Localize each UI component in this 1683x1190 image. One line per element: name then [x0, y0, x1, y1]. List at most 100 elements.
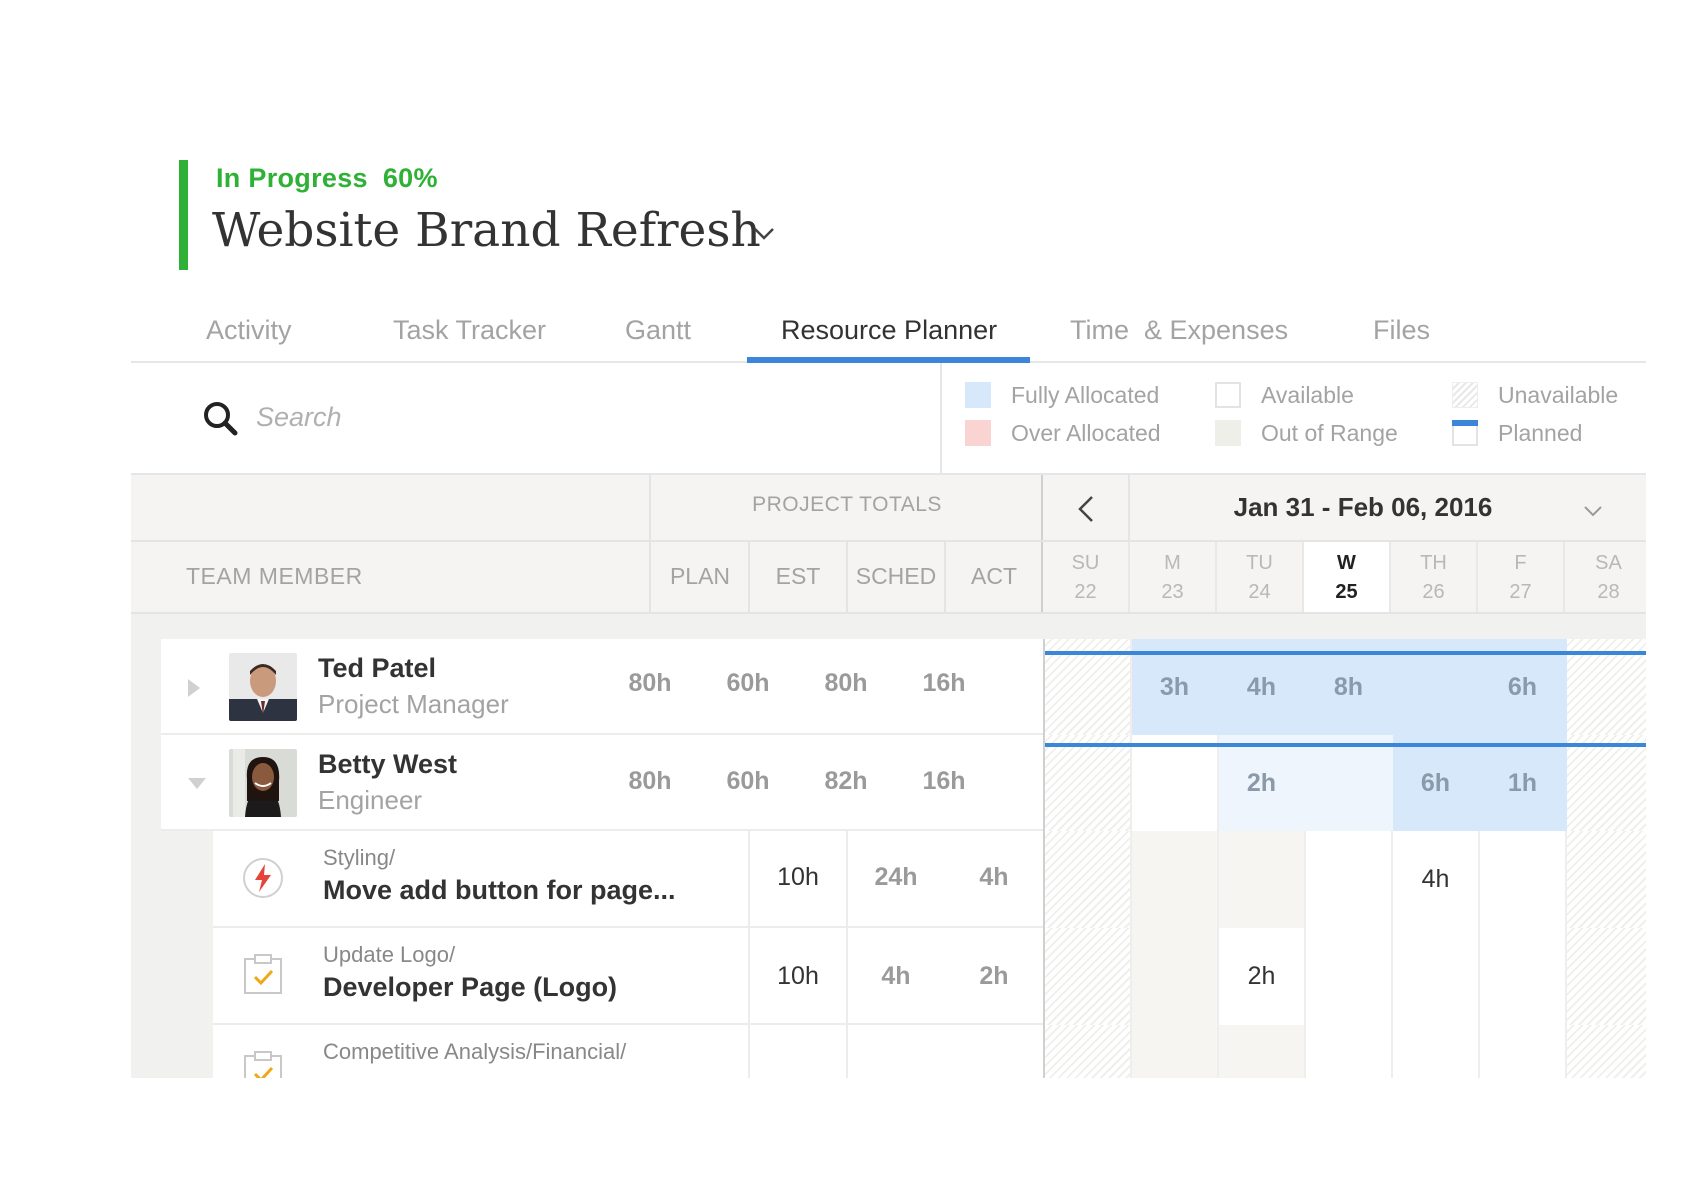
column-plan[interactable]: PLAN — [651, 563, 749, 590]
day-cell[interactable] — [1567, 735, 1646, 831]
day-number: 22 — [1074, 581, 1097, 603]
date-range: Jan 31 - Feb 06, 2016 — [1233, 492, 1493, 522]
tab-gantt[interactable]: Gantt — [625, 315, 691, 346]
act-value: 4h — [979, 863, 1009, 891]
day-cell[interactable]: 1h — [1480, 735, 1567, 831]
day-cell[interactable] — [1045, 735, 1132, 831]
hours-value: 6h — [1420, 769, 1451, 797]
hours-value: 4h — [1246, 673, 1277, 701]
day-cell[interactable] — [1132, 928, 1219, 1025]
act-value: 16h — [922, 767, 966, 795]
task-name[interactable]: Move add button for page... — [323, 875, 676, 906]
team-member-row[interactable]: Betty West Engineer 80h 60h 82h 16h — [161, 735, 1043, 831]
previous-week-button[interactable] — [1043, 475, 1130, 542]
day-of-week: TH — [1420, 552, 1447, 574]
day-cell[interactable] — [1219, 1025, 1306, 1078]
expand-caret-icon[interactable] — [186, 677, 202, 699]
legend-out-of-range: Out of Range — [1215, 418, 1398, 448]
chevron-down-icon[interactable] — [750, 220, 778, 248]
day-header-wed: W 25 — [1304, 542, 1391, 612]
day-cell[interactable] — [1132, 735, 1219, 831]
clipboard-check-icon — [241, 953, 285, 997]
task-row[interactable]: Competitive Analysis/Financial/ — [213, 1025, 1043, 1078]
task-breadcrumb: Competitive Analysis/Financial/ — [323, 1039, 627, 1064]
task-row[interactable]: Styling/ Move add button for page... 10h… — [213, 831, 1043, 928]
planned-bar — [1045, 743, 1646, 747]
day-cell[interactable] — [1480, 1025, 1567, 1078]
column-sched[interactable]: SCHED — [847, 563, 945, 590]
tab-task-tracker[interactable]: Task Tracker — [393, 315, 546, 346]
legend-label: Over Allocated — [1011, 419, 1161, 446]
day-cell[interactable] — [1567, 831, 1646, 928]
day-cell[interactable] — [1045, 831, 1132, 928]
legend-label: Planned — [1498, 419, 1583, 446]
planned-swatch — [1452, 420, 1478, 446]
legend-label: Fully Allocated — [1011, 381, 1160, 408]
hours-value: 2h — [1247, 962, 1276, 990]
member-name: Betty West — [318, 749, 458, 779]
day-cell[interactable] — [1132, 1025, 1219, 1078]
day-cell[interactable] — [1132, 831, 1219, 928]
day-cell[interactable]: 4h — [1393, 831, 1480, 928]
hours-value: 1h — [1507, 769, 1538, 797]
day-number: 25 — [1335, 581, 1358, 603]
day-cell[interactable]: 2h — [1219, 928, 1306, 1025]
hours-value: 8h — [1333, 673, 1364, 701]
day-cell[interactable] — [1045, 1025, 1132, 1078]
collapse-caret-icon[interactable] — [186, 775, 208, 791]
chevron-down-icon[interactable] — [1581, 499, 1605, 523]
status-bar — [179, 160, 188, 270]
avatar — [229, 653, 297, 721]
task-row[interactable]: Update Logo/ Developer Page (Logo) 10h 4… — [213, 928, 1043, 1025]
day-cell[interactable] — [1567, 928, 1646, 1025]
fully-allocated-swatch — [965, 382, 991, 408]
member-role: Project Manager — [318, 689, 509, 719]
search-icon — [201, 399, 241, 439]
search-input[interactable] — [256, 395, 856, 439]
day-number: 23 — [1161, 581, 1184, 603]
clipboard-check-icon — [241, 1050, 285, 1078]
est-value: 10h — [777, 962, 819, 990]
status-label: In Progress — [216, 163, 368, 193]
day-cell[interactable]: 2h — [1219, 735, 1306, 831]
day-cell[interactable]: 6h — [1393, 735, 1480, 831]
legend-label: Out of Range — [1261, 419, 1398, 446]
task-breadcrumb: Update Logo/ — [323, 942, 456, 967]
allocation-legend: Fully Allocated Over Allocated Available… — [965, 380, 1645, 460]
day-cell[interactable] — [1480, 831, 1567, 928]
day-cell[interactable] — [1219, 831, 1306, 928]
legend-unavailable: Unavailable — [1452, 380, 1618, 410]
search-bar — [131, 363, 941, 473]
day-of-week: W — [1337, 552, 1356, 574]
toolbar-divider — [940, 363, 942, 473]
legend-fully-allocated: Fully Allocated — [965, 380, 1159, 410]
day-cell[interactable] — [1306, 1025, 1393, 1078]
plan-value: 80h — [628, 669, 672, 697]
day-header-thu: TH 26 — [1391, 542, 1478, 612]
column-est[interactable]: EST — [749, 563, 847, 590]
day-cell[interactable] — [1393, 928, 1480, 1025]
resource-grid: TEAM MEMBER PROJECT TOTALS PLAN EST SCHE… — [131, 473, 1646, 1078]
tab-activity[interactable]: Activity — [206, 315, 292, 346]
day-header-sun: SU 22 — [1043, 542, 1130, 612]
team-member-row[interactable]: Ted Patel Project Manager 80h 60h 80h 16… — [161, 639, 1043, 735]
day-cell[interactable] — [1306, 928, 1393, 1025]
tab-time-expenses[interactable]: Time & Expenses — [1070, 315, 1288, 346]
day-of-week: SU — [1071, 552, 1100, 574]
day-cell[interactable] — [1306, 735, 1393, 831]
day-cell[interactable] — [1306, 831, 1393, 928]
day-cell[interactable] — [1045, 928, 1132, 1025]
column-act[interactable]: ACT — [945, 563, 1043, 590]
day-cell[interactable] — [1393, 1025, 1480, 1078]
day-of-week: SA — [1595, 552, 1622, 574]
tab-resource-planner[interactable]: Resource Planner — [781, 315, 997, 346]
over-allocated-swatch — [965, 420, 991, 446]
day-cell[interactable] — [1567, 1025, 1646, 1078]
team-member-column-label[interactable]: TEAM MEMBER — [186, 563, 363, 590]
calendar-header: Jan 31 - Feb 06, 2016 SU 22 M 23 TU 24 W 25 … — [1043, 475, 1646, 612]
day-cell[interactable] — [1480, 928, 1567, 1025]
hours-value: 2h — [1246, 769, 1277, 797]
task-name[interactable]: Developer Page (Logo) — [323, 972, 617, 1003]
tab-files[interactable]: Files — [1373, 315, 1430, 346]
legend-label: Unavailable — [1498, 381, 1619, 408]
